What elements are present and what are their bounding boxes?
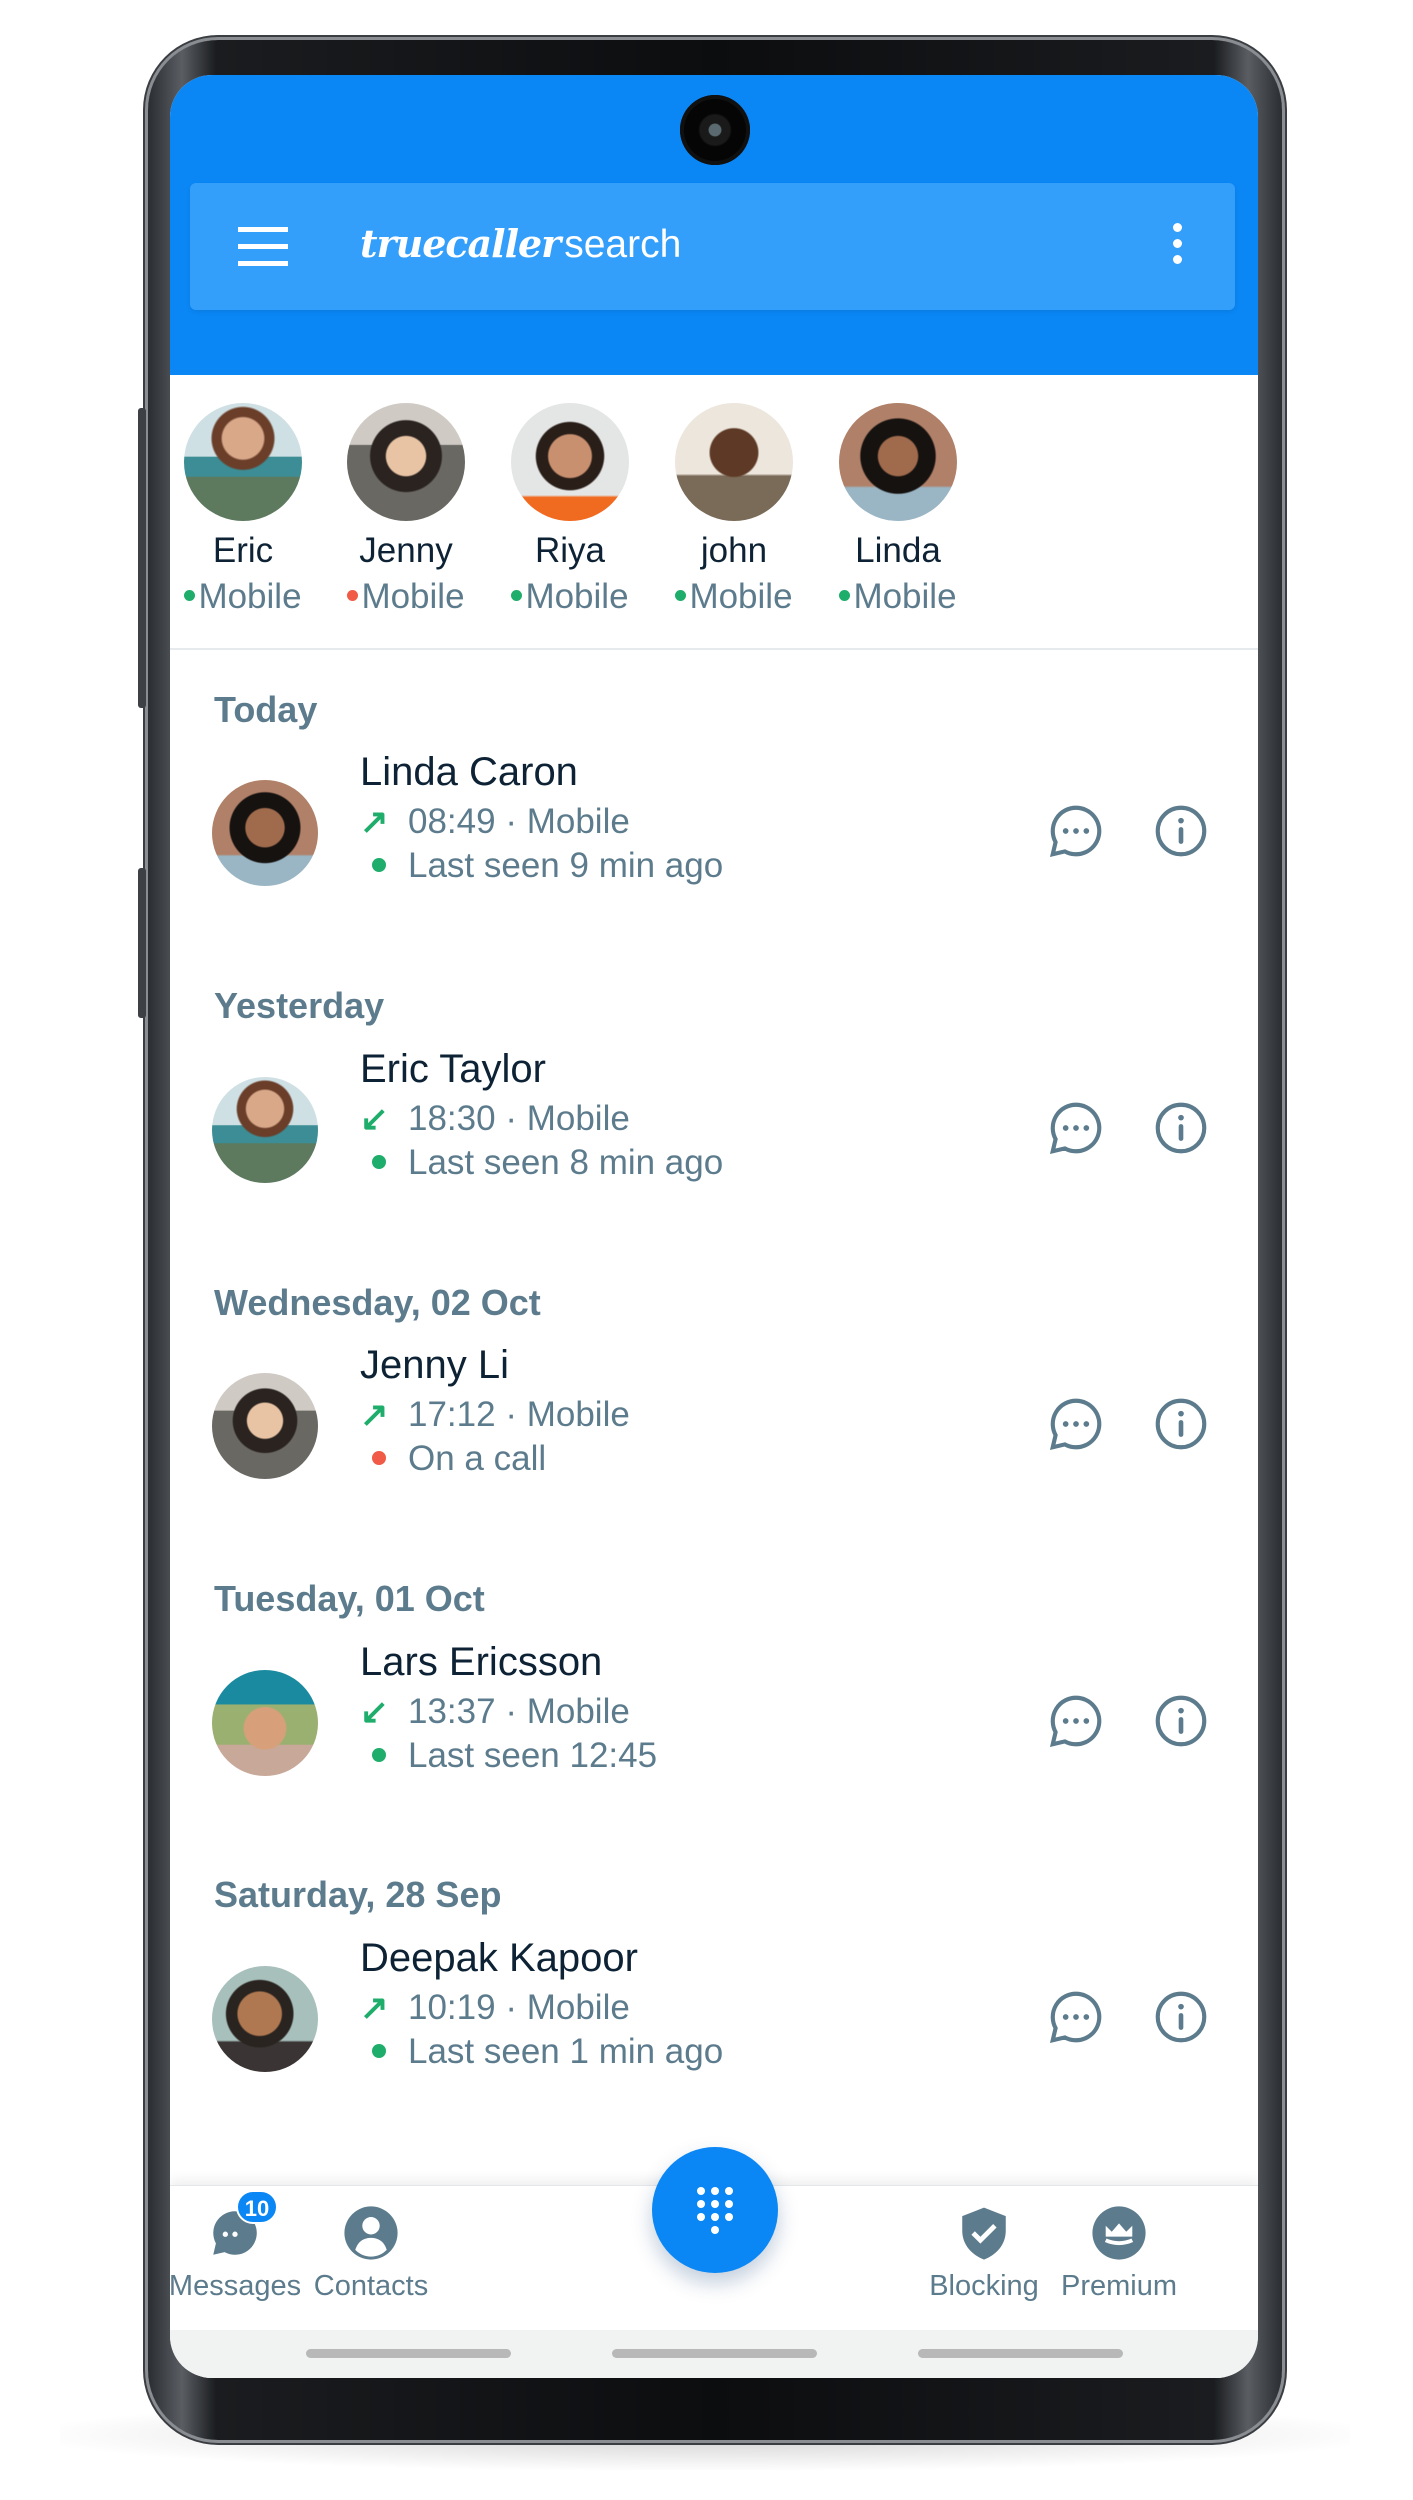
call-time: 17:12 xyxy=(408,1395,496,1434)
call-type: Mobile xyxy=(526,1988,630,2027)
contact-name: Eric Taylor xyxy=(360,1047,546,1091)
contacts-icon xyxy=(344,2206,398,2260)
info-icon[interactable] xyxy=(1150,1986,1212,2048)
nav-label: Premium xyxy=(1060,2270,1177,2302)
favorite-status: Mobile xyxy=(525,577,629,616)
favorite-status: Mobile xyxy=(853,577,957,616)
section-header: Wednesday, 02 Oct xyxy=(214,1282,541,1323)
app-header: truecaller search xyxy=(170,75,1258,375)
avatar xyxy=(184,403,302,521)
outgoing-call-icon: ↗ xyxy=(360,1989,389,2027)
presence-dot xyxy=(675,590,687,602)
front-camera xyxy=(680,95,750,165)
call-time: 08:49 xyxy=(408,802,496,841)
call-type: Mobile xyxy=(526,1692,630,1731)
favorites-strip[interactable]: Eric Mobile Jenny Mobile Riya Mobile joh… xyxy=(170,375,1258,650)
presence-dot xyxy=(184,590,196,602)
presence-dot xyxy=(372,1747,386,1762)
search-placeholder: truecaller search xyxy=(360,221,681,267)
call-type: Mobile xyxy=(526,802,630,841)
nav-contacts[interactable]: Contacts xyxy=(286,2204,456,2303)
message-bubble-icon[interactable] xyxy=(1045,800,1107,862)
search-bar[interactable]: truecaller search xyxy=(190,183,1235,310)
avatar xyxy=(212,1966,318,2072)
call-log-row[interactable]: Eric Taylor ↙ 18:30 · Mobile Last seen 8 … xyxy=(170,1037,1258,1227)
phone-screen: truecaller search Eric Mobile Jenny Mobil… xyxy=(170,75,1258,2378)
contact-name: Jenny Li xyxy=(360,1343,509,1387)
favorite-status: Mobile xyxy=(198,577,302,616)
presence-text: Last seen 1 min ago xyxy=(408,2032,724,2071)
presence-dot xyxy=(372,857,386,872)
info-icon[interactable] xyxy=(1150,1690,1212,1752)
crown-icon xyxy=(1092,2206,1146,2260)
avatar xyxy=(511,403,629,521)
info-icon[interactable] xyxy=(1150,800,1212,862)
presence-dot xyxy=(372,1450,386,1465)
gesture-bar xyxy=(170,2330,1258,2378)
outgoing-call-icon: ↗ xyxy=(360,803,389,841)
call-time: 18:30 xyxy=(408,1099,496,1138)
dialpad-button[interactable] xyxy=(652,2147,778,2273)
favorite-status: Mobile xyxy=(361,577,465,616)
contact-name: Lars Ericsson xyxy=(360,1640,603,1684)
unread-badge: 10 xyxy=(236,2190,278,2224)
favorite-status: Mobile xyxy=(689,577,793,616)
volume-button xyxy=(138,408,146,708)
gesture-pill-right[interactable] xyxy=(918,2349,1123,2358)
section-header: Tuesday, 01 Oct xyxy=(214,1578,485,1619)
avatar xyxy=(212,1670,318,1776)
nav-premium[interactable]: Premium xyxy=(1034,2204,1204,2303)
presence-dot xyxy=(511,590,523,602)
presence-dot xyxy=(839,590,851,602)
avatar xyxy=(212,1077,318,1183)
call-time: 13:37 xyxy=(408,1692,496,1731)
call-log-row[interactable]: Linda Caron ↗ 08:49 · Mobile Last seen 9 … xyxy=(170,740,1258,930)
section-header: Saturday, 28 Sep xyxy=(214,1874,502,1915)
presence-text: Last seen 9 min ago xyxy=(408,846,724,885)
call-type: Mobile xyxy=(526,1099,630,1138)
section-header: Yesterday xyxy=(214,985,385,1026)
call-log-row[interactable]: Lars Ericsson ↙ 13:37 · Mobile Last seen … xyxy=(170,1630,1258,1820)
contact-name: Linda Caron xyxy=(360,750,578,794)
presence-dot xyxy=(372,2043,386,2058)
incoming-call-icon: ↙ xyxy=(360,1100,389,1138)
info-icon[interactable] xyxy=(1150,1097,1212,1159)
incoming-call-icon: ↙ xyxy=(360,1693,389,1731)
presence-dot xyxy=(372,1154,386,1169)
message-bubble-icon[interactable] xyxy=(1045,1393,1107,1455)
presence-text: On a call xyxy=(408,1439,547,1478)
call-log-row[interactable]: Deepak Kapoor ↗ 10:19 · Mobile Last seen … xyxy=(170,1926,1258,2116)
favorite-name: Linda xyxy=(855,531,941,570)
avatar xyxy=(212,1373,318,1479)
outgoing-call-icon: ↗ xyxy=(360,1396,389,1434)
nav-label: Contacts xyxy=(313,2270,429,2302)
call-type: Mobile xyxy=(526,1395,630,1434)
presence-text: Last seen 12:45 xyxy=(408,1736,658,1775)
contact-name: Deepak Kapoor xyxy=(360,1936,638,1980)
message-bubble-icon[interactable] xyxy=(1045,1986,1107,2048)
shield-check-icon xyxy=(962,2207,1006,2260)
favorite-contact[interactable]: Linda Mobile xyxy=(798,403,998,617)
avatar xyxy=(839,403,957,521)
presence-dot xyxy=(347,590,359,602)
power-button xyxy=(138,868,146,1018)
avatar xyxy=(212,780,318,886)
info-icon[interactable] xyxy=(1150,1393,1212,1455)
message-bubble-icon[interactable] xyxy=(1045,1690,1107,1752)
call-time: 10:19 xyxy=(408,1988,496,2027)
hamburger-menu-icon[interactable] xyxy=(238,227,288,266)
truecaller-logo: truecaller xyxy=(360,221,561,266)
section-header: Today xyxy=(214,689,318,730)
more-vertical-icon[interactable] xyxy=(1167,223,1187,271)
avatar xyxy=(675,403,793,521)
search-label: search xyxy=(564,223,682,266)
call-log-row[interactable]: Jenny Li ↗ 17:12 · Mobile On a call xyxy=(170,1333,1258,1523)
dialpad-icon xyxy=(697,2187,733,2234)
avatar xyxy=(347,403,465,521)
gesture-pill-left[interactable] xyxy=(306,2349,511,2358)
message-bubble-icon[interactable] xyxy=(1045,1097,1107,1159)
presence-text: Last seen 8 min ago xyxy=(408,1143,724,1182)
gesture-pill-center[interactable] xyxy=(612,2349,817,2358)
